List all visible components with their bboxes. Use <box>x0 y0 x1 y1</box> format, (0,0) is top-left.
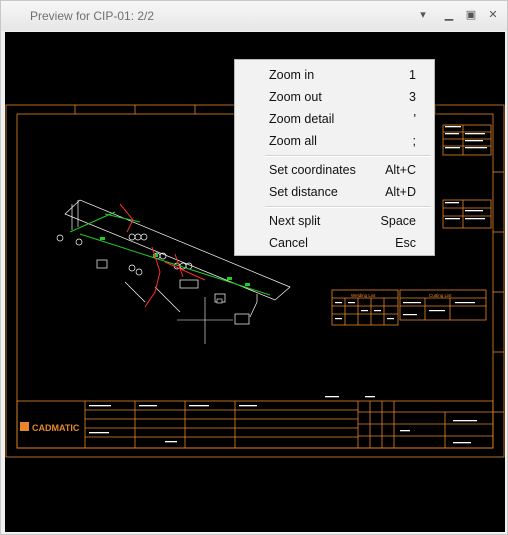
menu-item-set-coordinates[interactable]: Set coordinates Alt+C <box>235 160 434 180</box>
menu-item-label: Set coordinates <box>269 163 356 177</box>
preview-window: Preview for CIP-01: 2/2 ▾ ▁ ▣ ✕ CADMATIC… <box>0 0 508 535</box>
logo-text: CADMATIC <box>32 423 80 433</box>
dropdown-icon[interactable]: ▾ <box>415 7 431 23</box>
context-menu: Zoom in 1 Zoom out 3 Zoom detail ' Zoom … <box>234 59 435 256</box>
menu-item-label: Cancel <box>269 236 308 250</box>
maximize-button[interactable]: ▣ <box>463 7 479 23</box>
menu-item-shortcut: Alt+C <box>385 163 416 177</box>
weld-markers <box>119 203 206 308</box>
menu-item-shortcut: Space <box>380 214 416 228</box>
menu-separator <box>265 155 431 157</box>
menu-item-shortcut: ; <box>412 134 416 148</box>
title-bar[interactable]: Preview for CIP-01: 2/2 ▾ ▁ ▣ ✕ <box>1 1 507 31</box>
menu-item-set-distance[interactable]: Set distance Alt+D <box>235 182 434 202</box>
menu-item-shortcut: Esc <box>395 236 416 250</box>
menu-item-zoom-detail[interactable]: Zoom detail ' <box>235 109 434 129</box>
menu-item-label: Set distance <box>269 185 338 199</box>
menu-item-shortcut: 3 <box>409 90 416 104</box>
menu-item-label: Zoom all <box>269 134 317 148</box>
menu-item-cancel[interactable]: Cancel Esc <box>235 233 434 253</box>
menu-item-label: Zoom detail <box>269 112 335 126</box>
cutting-list-title: Cutting List <box>429 293 452 298</box>
minimize-button[interactable]: ▁ <box>441 7 457 23</box>
menu-item-shortcut: 1 <box>409 68 416 82</box>
cadmatic-logo: CADMATIC <box>20 422 80 433</box>
title-block <box>16 400 494 449</box>
menu-item-zoom-all[interactable]: Zoom all ; <box>235 131 434 151</box>
menu-item-shortcut: Alt+D <box>385 185 416 199</box>
window-title: Preview for CIP-01: 2/2 <box>30 9 155 23</box>
close-button[interactable]: ✕ <box>485 7 501 23</box>
menu-item-zoom-out[interactable]: Zoom out 3 <box>235 87 434 107</box>
menu-item-label: Zoom in <box>269 68 315 82</box>
menu-item-next-split[interactable]: Next split Space <box>235 211 434 231</box>
menu-separator <box>265 206 431 208</box>
menu-item-zoom-in[interactable]: Zoom in 1 <box>235 65 434 85</box>
menu-item-shortcut: ' <box>413 112 416 126</box>
welding-list-title: Welding List <box>351 293 376 298</box>
menu-item-label: Zoom out <box>269 90 322 104</box>
menu-item-label: Next split <box>269 214 321 228</box>
